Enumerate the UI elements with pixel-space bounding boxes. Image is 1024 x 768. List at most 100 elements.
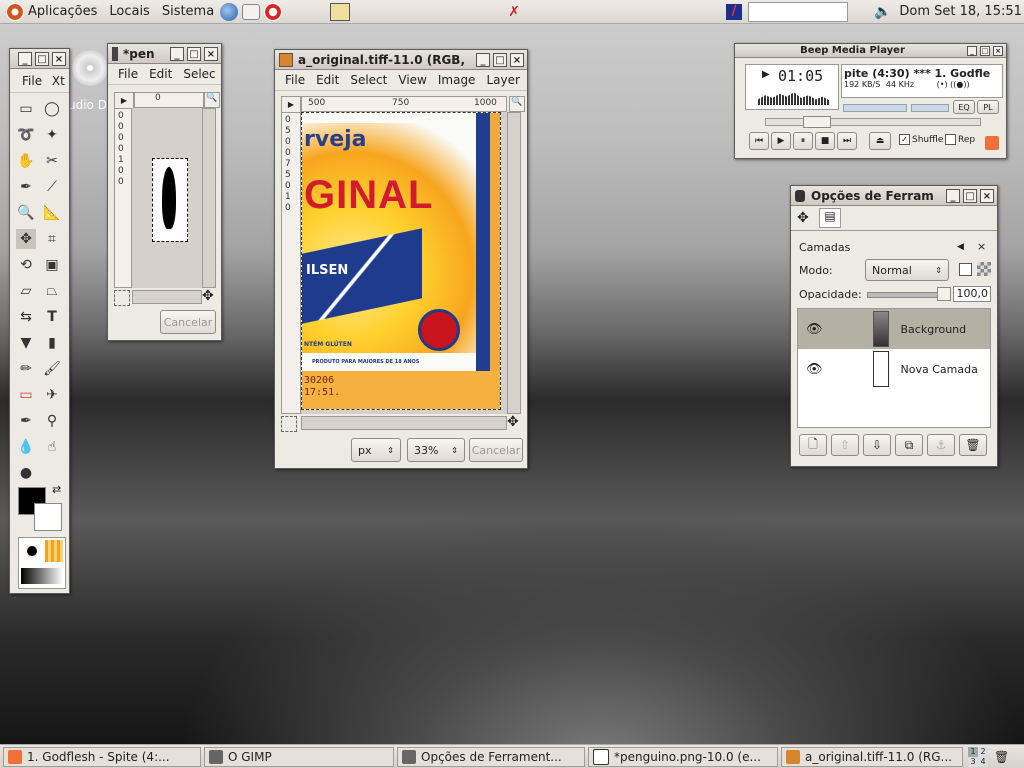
trash-icon[interactable]: 🗑	[994, 750, 1009, 764]
zoom-icon[interactable]: 🔍	[509, 96, 525, 112]
menu-view[interactable]: View	[398, 73, 426, 87]
seek-bar[interactable]	[765, 118, 981, 126]
player-titlebar[interactable]: Beep Media Player _ □ ×	[735, 44, 1006, 58]
volume-icon[interactable]: 🔈	[874, 4, 891, 20]
toolbox-titlebar[interactable]: _ □ ×	[10, 49, 69, 69]
opacity-handle[interactable]	[937, 287, 951, 301]
color-select-tool-icon[interactable]: ✋	[16, 151, 36, 171]
horizontal-scrollbar[interactable]	[301, 416, 507, 430]
mode-select[interactable]: Normal ⇕	[865, 259, 949, 281]
visibility-eye-icon[interactable]: 👁	[806, 362, 823, 377]
tab-menu-icon[interactable]: ◀	[957, 242, 964, 252]
maximize-button[interactable]: □	[493, 52, 507, 67]
web-browser-icon[interactable]	[220, 2, 239, 21]
ink-tool-icon[interactable]: ✒	[16, 411, 36, 431]
close-button[interactable]: ×	[980, 188, 994, 203]
blur-tool-icon[interactable]: 💧	[16, 437, 36, 457]
rect-select-tool-icon[interactable]: ▭	[16, 99, 36, 119]
email-icon[interactable]	[242, 3, 261, 20]
next-button[interactable]: ⏭	[837, 132, 857, 150]
text-tool-icon[interactable]: T	[42, 307, 62, 327]
clock[interactable]: Dom Set 18, 15:51	[899, 4, 1022, 19]
color-picker-tool-icon[interactable]: ⟋	[42, 177, 62, 197]
balance-slider[interactable]	[911, 104, 949, 112]
close-tab-icon[interactable]: ×	[977, 240, 986, 253]
seek-handle[interactable]	[803, 116, 831, 128]
delete-layer-button[interactable]: 🗑	[959, 434, 987, 456]
pattern-preview-icon[interactable]	[45, 540, 63, 562]
menu-layer[interactable]: Layer	[486, 73, 519, 87]
taskbar-item-tool-options[interactable]: Opções de Ferrament...	[397, 746, 585, 767]
taskbar-item-gimp[interactable]: O GIMP	[204, 746, 394, 767]
minimize-button[interactable]: _	[18, 51, 32, 66]
measure-tool-icon[interactable]: 📐	[42, 203, 62, 223]
blend-tool-icon[interactable]: ▮	[42, 333, 62, 353]
canvas-area[interactable]	[132, 108, 202, 288]
scissors-tool-icon[interactable]: ✂	[42, 151, 62, 171]
duplicate-layer-button[interactable]: ⧉	[895, 434, 923, 456]
minimize-button[interactable]: _	[476, 52, 490, 67]
previous-button[interactable]: ⏮	[749, 132, 769, 150]
penguin-image[interactable]	[152, 158, 188, 242]
desktop-cd-icon[interactable]	[72, 50, 108, 86]
maximize-button[interactable]: □	[187, 46, 201, 61]
eject-button[interactable]: ⏏	[869, 132, 891, 150]
pause-button[interactable]: ⏸	[793, 132, 813, 150]
beer-label-image[interactable]: rveja GINAL ILSEN NTÉM GLÚTEN PRODUTO PA…	[301, 112, 501, 410]
zoom-tool-icon[interactable]: 🔍	[16, 203, 36, 223]
raise-layer-button[interactable]: ⇧	[831, 434, 859, 456]
gradient-preview-icon[interactable]	[21, 568, 63, 584]
crop-tool-icon[interactable]: ⌗	[42, 229, 62, 249]
horizontal-scrollbar[interactable]	[132, 290, 202, 304]
toolbox-file-menu[interactable]: File	[22, 74, 42, 88]
close-button[interactable]: ×	[204, 46, 218, 61]
places-menu[interactable]: Locais	[103, 0, 155, 24]
play-button[interactable]: ▶	[771, 132, 791, 150]
swap-colors-icon[interactable]: ⇄	[52, 483, 61, 496]
volume-slider[interactable]	[843, 104, 907, 112]
help-icon[interactable]	[264, 2, 283, 21]
minimize-button[interactable]: _	[967, 45, 977, 56]
dodge-burn-tool-icon[interactable]: ●	[16, 463, 36, 483]
workspace-3[interactable]: 3	[968, 756, 978, 767]
menu-icon[interactable]	[985, 136, 999, 150]
navigate-icon[interactable]: ✥	[507, 414, 519, 430]
maximize-button[interactable]: □	[980, 45, 990, 56]
menu-image[interactable]: Image	[438, 73, 476, 87]
layers-tab[interactable]: ▤	[819, 208, 841, 228]
search-input[interactable]	[747, 1, 848, 22]
opacity-value[interactable]: 100,0	[953, 286, 991, 302]
smudge-tool-icon[interactable]: ☝	[42, 437, 62, 457]
show-desktop-icon[interactable]	[330, 2, 351, 21]
layers-dialog-titlebar[interactable]: Opções de Ferram _ □ ×	[791, 186, 997, 206]
cancel-button[interactable]: Cancelar	[469, 438, 523, 462]
quickmask-icon[interactable]	[114, 290, 130, 306]
menu-select[interactable]: Select	[350, 73, 387, 87]
menu-file[interactable]: File	[118, 67, 138, 81]
bucket-fill-tool-icon[interactable]: ▼	[16, 333, 36, 353]
taskbar-item-original[interactable]: a_original.tiff-11.0 (RG...	[781, 746, 963, 767]
beep-media-player-tray-icon[interactable]: /	[725, 3, 742, 20]
taskbar-item-penguino[interactable]: *penguino.png-10.0 (e...	[588, 746, 778, 767]
flip-tool-icon[interactable]: ⇆	[16, 307, 36, 327]
workspace-switcher[interactable]: 1 2 3 4	[968, 746, 988, 767]
background-color-swatch[interactable]	[34, 503, 62, 531]
toolbox-xtns-menu[interactable]: Xt	[52, 74, 65, 88]
move-tool-icon[interactable]: ✥	[16, 229, 36, 249]
perspective-tool-icon[interactable]: ⏢	[42, 281, 62, 301]
paths-tool-icon[interactable]: ✒	[16, 177, 36, 197]
time-display[interactable]: 01:05	[778, 67, 823, 85]
zoom-select[interactable]: 33% ⇕	[407, 438, 465, 462]
visibility-eye-icon[interactable]: 👁	[806, 322, 823, 337]
unit-select[interactable]: px ⇕	[351, 438, 401, 462]
image-window-titlebar[interactable]: a_original.tiff-11.0 (RGB, _ □ ×	[275, 50, 527, 70]
applications-menu[interactable]: Aplicações	[0, 0, 103, 24]
canvas-area[interactable]: rveja GINAL ILSEN NTÉM GLÚTEN PRODUTO PA…	[301, 112, 507, 414]
ellipse-select-tool-icon[interactable]: ◯	[42, 99, 62, 119]
system-menu[interactable]: Sistema	[156, 0, 220, 24]
vertical-scrollbar[interactable]	[202, 108, 216, 288]
eq-button[interactable]: EQ	[953, 100, 975, 114]
stop-button[interactable]: ■	[815, 132, 835, 150]
maximize-button[interactable]: □	[963, 188, 977, 203]
clone-tool-icon[interactable]: ⚲	[42, 411, 62, 431]
